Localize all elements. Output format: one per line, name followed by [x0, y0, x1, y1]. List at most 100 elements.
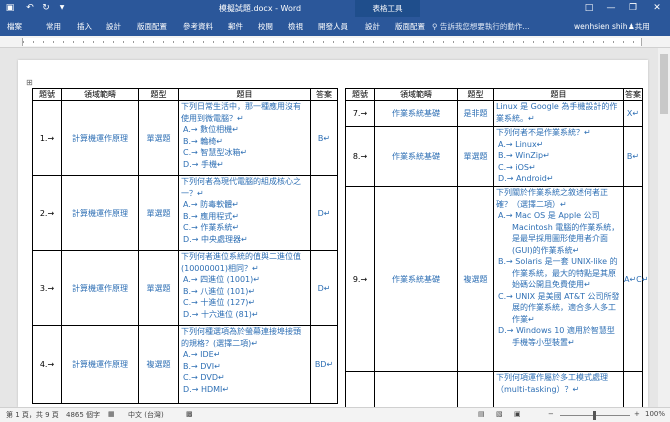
ruler-tick [103, 41, 104, 43]
table-row[interactable]: 3.→ 計算機運作原理 單選題 下列何者進位系統的值與二進位值(10000001… [32, 250, 338, 326]
share-label: 共用 [634, 22, 650, 31]
table-move-handle-icon[interactable]: ⊞ [26, 78, 33, 87]
ruler-tick [253, 41, 254, 43]
question-number: 1.→ [32, 100, 62, 176]
option-c: C.→ UNIX 是美國 AT&T 公司所發展的作業系統，適合多人多工作業↵ [498, 291, 620, 324]
question-domain: 計算機運作原理 [61, 100, 139, 176]
ruler-tick [403, 41, 404, 43]
tab-references[interactable]: 參考資料 [183, 17, 213, 36]
ruler-tick [553, 41, 554, 43]
save-icon[interactable]: ▣ [4, 2, 16, 14]
proofing-icon[interactable]: ▦ [108, 410, 115, 418]
minimize-icon[interactable]: — [600, 0, 622, 17]
header-type: 題型 [457, 88, 494, 101]
tab-table-layout[interactable]: 版面配置 [395, 17, 425, 36]
ruler-tick [33, 41, 34, 43]
close-icon[interactable]: ✕ [646, 0, 668, 17]
question-answer: B↵ [310, 100, 338, 176]
language[interactable]: 中文 (台灣) [128, 410, 164, 420]
table-row[interactable]: 8.→ 作業系統基礎 單選題 下列何者不是作業系統？↵ A.→ Linux↵ B… [345, 126, 643, 187]
ruler-tick [113, 41, 114, 43]
tab-home[interactable]: 常用 [46, 17, 61, 36]
ruler-tick [173, 41, 174, 43]
tab-mailings[interactable]: 郵件 [228, 17, 243, 36]
ruler-tick [393, 41, 394, 43]
option-b: B.→ WinZip↵ [498, 151, 550, 160]
question-cell[interactable]: 下列何種選項為於螢幕連接埠接頭的規格？(選擇二項)↵ A.→ IDE↵ B.→ … [178, 325, 311, 404]
tell-me-search[interactable]: ⚲ 告訴我您想要執行的動作... [432, 17, 530, 36]
zoom-in-icon[interactable]: + [634, 410, 640, 418]
question-cell[interactable]: 下列何者進位系統的值與二進位值(10000001)相同？↵ A.→ 四進位 (1… [178, 250, 311, 326]
user-account[interactable]: wenhsien shih [574, 17, 628, 36]
word-count[interactable]: 4865 個字 [66, 410, 100, 420]
question-stem: Linux 是 Google 為手機設計的作業系統。↵ [496, 102, 618, 123]
zoom-level[interactable]: 100% [645, 410, 665, 418]
option-b: B.→ 八進位 (101)↵ [183, 286, 256, 296]
ruler-tick [533, 41, 534, 43]
question-cell[interactable]: 下列何者不是作業系統？↵ A.→ Linux↵ B.→ WinZip↵ C.→ … [493, 126, 624, 187]
ruler-tick [83, 41, 84, 43]
macro-record-icon[interactable]: ▩ [186, 410, 193, 418]
question-answer: BD↵ [310, 325, 338, 404]
ruler-tick [473, 41, 474, 43]
table-row[interactable]: 2.→ 計算機運作原理 單選題 下列何者為現代電腦的組成核心之一？↵ A.→ 防… [32, 175, 338, 251]
table-row[interactable]: 下列何項運作屬於多工模式處理（multi-tasking）？↵ [345, 371, 643, 412]
question-domain: 計算機運作原理 [61, 250, 139, 326]
question-cell[interactable]: 下列何項運作屬於多工模式處理（multi-tasking）？↵ [493, 371, 624, 412]
ribbon-display-options-icon[interactable]: □ [578, 0, 600, 17]
share-button[interactable]: ♟共用 [628, 17, 650, 36]
ruler-tick [503, 41, 504, 43]
print-layout-icon[interactable]: ▧ [496, 410, 503, 418]
question-type: 複選題 [457, 186, 494, 372]
question-cell[interactable]: 下列日常生活中，那一種應用沒有使用到微電腦？↵ A.→ 數位相機↵ B.→ 輪椅… [178, 100, 311, 176]
tab-layout[interactable]: 版面配置 [137, 17, 167, 36]
ruler-tick [613, 41, 614, 43]
tab-developer[interactable]: 開發人員 [318, 17, 348, 36]
table-row[interactable]: 1.→ 計算機運作原理 單選題 下列日常生活中，那一種應用沒有使用到微電腦？↵ … [32, 100, 338, 176]
ruler-tick [343, 41, 344, 43]
zoom-slider-thumb[interactable] [593, 411, 596, 420]
ruler-tick [293, 41, 294, 43]
option-d: D.→ Windows 10 適用於智慧型手機等小型裝置↵ [498, 326, 615, 347]
option-b: B.→ Solaris 是一套 UNIX-like 的作業系統，最大的特點是其原… [498, 257, 618, 289]
ruler-tick [563, 41, 564, 43]
table-row[interactable]: 9.→ 作業系統基礎 複選題 下列關於作業系統之敘述何者正確？（選擇二項）↵ A… [345, 186, 648, 372]
vertical-scrollbar[interactable] [658, 48, 670, 407]
question-cell[interactable]: 下列何者為現代電腦的組成核心之一？↵ A.→ 防毒軟體↵ B.→ 應用程式↵ C… [178, 175, 311, 251]
tab-table-design[interactable]: 設計 [365, 17, 380, 36]
option-a: A.→ 防毒軟體↵ [183, 200, 239, 209]
maximize-icon[interactable]: ❐ [622, 0, 644, 17]
scrollbar-thumb[interactable] [660, 54, 668, 114]
tab-review[interactable]: 校閱 [258, 17, 273, 36]
table-header-row: 題號 領域範疇 題型 題目 答案 [345, 88, 643, 101]
tab-design[interactable]: 設計 [106, 17, 121, 36]
table-row[interactable]: 4.→ 計算機運作原理 複選題 下列何種選項為於螢幕連接埠接頭的規格？(選擇二項… [32, 325, 338, 404]
ruler-tick [593, 41, 594, 43]
question-number: 3.→ [32, 250, 62, 326]
table-row[interactable]: 7.→ 作業系統基礎 是非題 Linux 是 Google 為手機設計的作業系統… [345, 100, 643, 127]
document-page[interactable]: ⊞ 題號 領域範疇 題型 題目 答案 1.→ 計算機運作原理 單選題 下列日常生… [18, 60, 648, 412]
tab-file[interactable]: 檔案 [7, 17, 22, 36]
option-b: B.→ 應用程式↵ [183, 211, 239, 221]
web-layout-icon[interactable]: ▣ [514, 410, 521, 418]
header-answer: 答案 [310, 88, 338, 101]
tab-view[interactable]: 檢視 [288, 17, 303, 36]
ruler-tick [23, 41, 24, 43]
page-count[interactable]: 第 1 頁，共 9 頁 [6, 410, 59, 420]
question-cell[interactable]: Linux 是 Google 為手機設計的作業系統。↵ [493, 100, 624, 127]
ruler-tick [63, 41, 64, 43]
question-cell[interactable]: 下列關於作業系統之敘述何者正確？（選擇二項）↵ A.→ Mac OS 是 App… [493, 186, 624, 372]
question-stem: 下列何者不是作業系統？↵ [496, 128, 591, 137]
read-mode-icon[interactable]: ▤ [478, 410, 485, 418]
horizontal-ruler[interactable] [0, 36, 670, 48]
undo-icon[interactable]: ↶ [24, 2, 36, 14]
option-c: C.→ 十進位 (127)↵ [183, 298, 256, 307]
customize-quick-access-icon[interactable]: ▼ [56, 2, 68, 14]
question-type [457, 371, 494, 412]
redo-icon[interactable]: ↻ [40, 2, 52, 14]
option-d: D.→ Android↵ [498, 174, 554, 183]
option-a: A.→ Mac OS 是 Apple 公司 Macintosh 電腦的作業系統，… [498, 211, 620, 255]
ruler-tick [203, 41, 204, 43]
zoom-out-icon[interactable]: − [548, 410, 554, 418]
tab-insert[interactable]: 插入 [77, 17, 92, 36]
